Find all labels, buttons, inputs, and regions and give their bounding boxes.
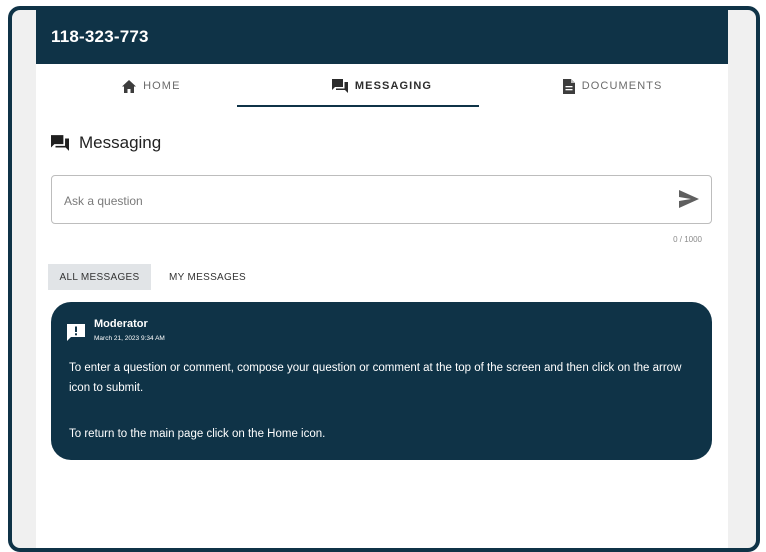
tab-home-label: HOME [143,80,181,92]
ask-question-field [51,175,712,224]
active-tab-indicator [237,105,479,107]
app-frame: 118-323-773 HOME MESSAGING DOCUMENTS Mes… [8,6,760,552]
main-panel: 118-323-773 HOME MESSAGING DOCUMENTS Mes… [36,10,728,548]
messaging-icon [51,135,69,151]
tab-documents-label: DOCUMENTS [581,80,663,92]
message-card: Moderator March 21, 2023 9:34 AM To ente… [51,302,712,460]
send-icon[interactable] [679,190,699,213]
section-heading: Messaging [51,133,161,153]
message-timestamp: March 21, 2023 9:34 AM [94,335,165,342]
document-icon [562,78,575,94]
tab-home[interactable]: HOME [36,64,267,108]
filter-my-messages[interactable]: MY MESSAGES [169,264,246,290]
message-text: To return to the main page click on the … [69,428,326,440]
announcement-icon [67,324,85,346]
home-icon [122,79,137,93]
character-counter: 0 / 1000 [673,235,702,244]
meeting-id: 118-323-773 [51,27,149,46]
header-bar: 118-323-773 [36,10,728,64]
tab-documents[interactable]: DOCUMENTS [497,64,728,108]
message-author: Moderator [94,318,148,330]
question-input[interactable] [62,190,656,212]
tab-messaging[interactable]: MESSAGING [267,64,498,108]
tab-messaging-label: MESSAGING [354,80,433,92]
tab-bar: HOME MESSAGING DOCUMENTS [36,64,728,108]
message-text: To enter a question or comment, compose … [69,362,682,394]
section-title: Messaging [79,133,162,152]
filter-all-messages[interactable]: ALL MESSAGES [48,264,151,290]
messaging-icon [331,79,348,93]
